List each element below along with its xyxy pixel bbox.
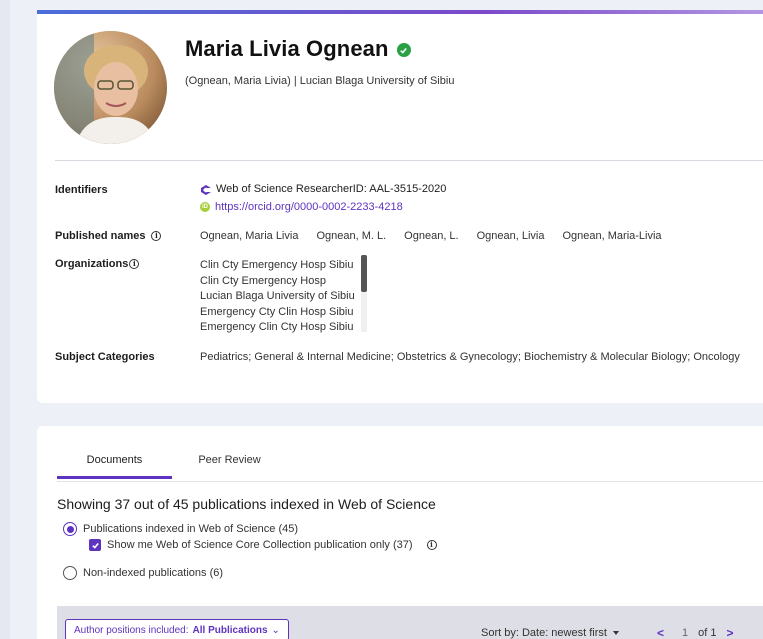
radio-indexed-label: Publications indexed in Web of Science (…	[83, 523, 299, 535]
next-page-icon[interactable]: >	[727, 626, 734, 639]
left-strip	[0, 0, 10, 639]
orcid-link[interactable]: https://orcid.org/0000-0002-2233-4218	[215, 201, 403, 213]
profile-card: Maria Livia Ognean (Ognean, Maria Livia)…	[37, 10, 763, 403]
profile-page: Maria Livia Ognean (Ognean, Maria Livia)…	[0, 0, 763, 639]
radio-button-unselected[interactable]	[63, 566, 77, 580]
info-icon[interactable]: i	[151, 231, 162, 241]
organizations-label: Organizations i	[55, 258, 140, 270]
author-positions-button[interactable]: Author positions included: All Publicati…	[65, 619, 289, 639]
organization-item: Emergency Cty Clin Hosp Sibiu	[200, 305, 354, 318]
orcid-row: iD https://orcid.org/0000-0002-2233-4218	[200, 201, 403, 213]
subject-categories-label: Subject Categories	[55, 351, 155, 363]
radio-indexed-publications[interactable]: Publications indexed in Web of Science (…	[63, 522, 298, 536]
organizations-label-text: Organizations	[55, 258, 129, 270]
researcher-affiliation: (Ognean, Maria Livia) | Lucian Blaga Uni…	[185, 75, 455, 87]
info-icon[interactable]: i	[129, 259, 140, 269]
publications-summary: Showing 37 out of 45 publications indexe…	[57, 496, 436, 512]
profile-divider	[55, 160, 763, 161]
published-name: Ognean, Livia	[476, 230, 545, 242]
sort-label: Sort by: Date: newest first	[481, 627, 607, 639]
organization-item: Clin Cty Emergency Hosp	[200, 274, 326, 287]
chevron-down-icon: ⌄	[271, 624, 280, 636]
published-names-label-text: Published names	[55, 230, 146, 242]
radio-non-indexed-publications[interactable]: Non-indexed publications (6)	[63, 566, 223, 580]
caret-down-icon	[612, 631, 619, 635]
author-positions-prefix: Author positions included:	[74, 624, 189, 636]
organizations-list[interactable]: Clin Cty Emergency Hosp Sibiu Clin Cty E…	[200, 258, 370, 333]
results-toolbar: Author positions included: All Publicati…	[57, 606, 763, 639]
avatar	[54, 31, 167, 144]
verified-check-icon	[396, 43, 411, 57]
wos-logo-icon	[200, 184, 211, 195]
author-positions-value: All Publications	[192, 624, 268, 636]
orcid-icon: iD	[200, 202, 210, 212]
organization-item: Lucian Blaga University of Sibiu	[200, 290, 355, 302]
documents-tabs: Documents Peer Review	[57, 454, 287, 479]
tab-documents[interactable]: Documents	[57, 454, 172, 479]
name-row: Maria Livia Ognean	[185, 36, 411, 62]
subject-categories: Pediatrics; General & Internal Medicine;…	[200, 351, 740, 363]
previous-page-icon[interactable]: <	[657, 626, 664, 639]
sort-dropdown[interactable]: Sort by: Date: newest first	[481, 627, 619, 639]
identifiers-label: Identifiers	[55, 184, 108, 196]
core-collection-checkbox-row[interactable]: Show me Web of Science Core Collection p…	[89, 539, 437, 551]
researcher-id: Web of Science ResearcherID: AAL-3515-20…	[216, 183, 447, 195]
published-name: Ognean, Maria Livia	[200, 230, 299, 242]
avatar-photo	[54, 31, 167, 144]
published-name: Ognean, Maria-Livia	[562, 230, 662, 242]
tab-peer-review[interactable]: Peer Review	[172, 454, 287, 479]
core-collection-label: Show me Web of Science Core Collection p…	[107, 539, 413, 551]
page-total: of 1	[698, 627, 717, 639]
page-current[interactable]: 1	[682, 627, 688, 639]
checkbox-checked[interactable]	[89, 539, 101, 551]
published-names-label: Published names i	[55, 230, 162, 242]
researcher-name: Maria Livia Ognean	[185, 36, 389, 61]
info-icon[interactable]: i	[426, 540, 437, 550]
organization-item: Emergency Clin Cty Hosp Sibiu	[200, 321, 354, 333]
radio-button-selected[interactable]	[63, 522, 77, 536]
researcher-id-row: Web of Science ResearcherID: AAL-3515-20…	[200, 183, 446, 195]
organizations-scrollbar-thumb[interactable]	[361, 255, 367, 292]
published-names-list: Ognean, Maria Livia Ognean, M. L. Ognean…	[200, 230, 662, 242]
tab-divider	[57, 481, 763, 482]
published-name: Ognean, L.	[404, 230, 459, 242]
radio-non-indexed-label: Non-indexed publications (6)	[83, 567, 224, 579]
published-name: Ognean, M. L.	[316, 230, 387, 242]
organization-item: Clin Cty Emergency Hosp Sibiu	[200, 259, 354, 271]
pagination: < 1 of 1 >	[657, 626, 734, 639]
